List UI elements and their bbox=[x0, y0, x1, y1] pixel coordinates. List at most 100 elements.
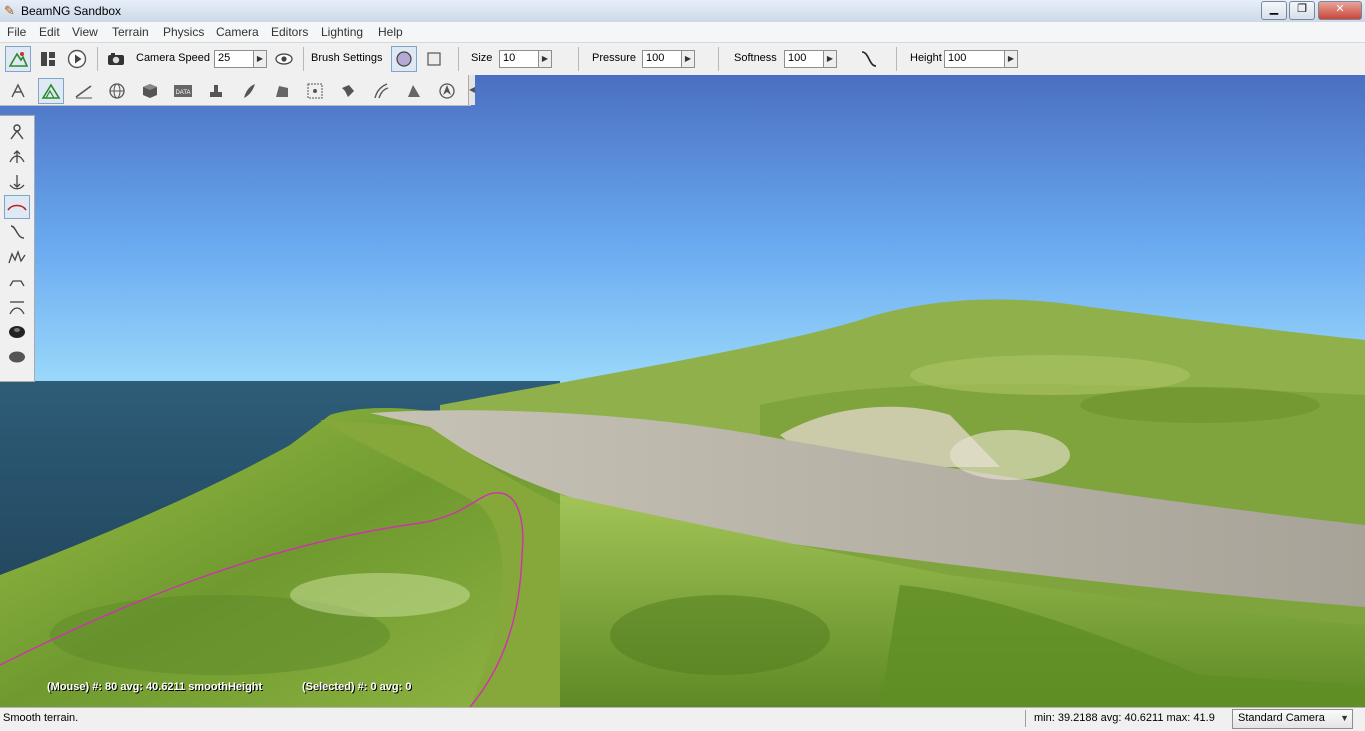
noise-terrain-button[interactable] bbox=[4, 245, 30, 269]
smooth-terrain-button[interactable] bbox=[4, 195, 30, 219]
close-button[interactable]: ✕ bbox=[1318, 1, 1362, 20]
status-bar: Smooth terrain. min: 39.2188 avg: 40.621… bbox=[0, 707, 1365, 731]
svg-text:DATA: DATA bbox=[175, 90, 190, 96]
3d-viewport[interactable]: beamNG bbox=[0, 75, 1365, 707]
datablock-editor-button[interactable]: DATA bbox=[170, 78, 196, 104]
smooth-slope-button[interactable] bbox=[4, 220, 30, 244]
terrain-painter-icon bbox=[75, 85, 92, 99]
decal-editor-button[interactable] bbox=[203, 78, 229, 104]
road-decal-button[interactable] bbox=[401, 78, 427, 104]
layout-button[interactable] bbox=[35, 46, 61, 72]
menu-file[interactable]: File bbox=[7, 25, 26, 39]
object-editor-button[interactable] bbox=[5, 78, 31, 104]
terrain-editor-button[interactable] bbox=[38, 78, 64, 104]
softness-field[interactable]: 100 ▶ bbox=[784, 50, 837, 68]
menu-editors[interactable]: Editors bbox=[271, 25, 308, 39]
minimize-button[interactable]: ▁ bbox=[1261, 1, 1287, 20]
restore-button[interactable]: ❐ bbox=[1289, 1, 1315, 20]
pressure-label: Pressure bbox=[592, 52, 637, 64]
chevron-right-icon[interactable]: ▶ bbox=[1004, 51, 1017, 67]
camera-select[interactable]: Standard Camera ▼ bbox=[1232, 709, 1353, 729]
terrain-painter-button[interactable] bbox=[71, 78, 97, 104]
editor-toolbar: DATA ◀ bbox=[0, 75, 475, 106]
toolbar-separator bbox=[896, 47, 897, 71]
road-editor-button[interactable] bbox=[368, 78, 394, 104]
grab-terrain-button[interactable] bbox=[4, 120, 30, 144]
terrain-mode-icon bbox=[8, 52, 28, 67]
nav-editor-icon bbox=[439, 83, 455, 99]
forest-editor-button[interactable] bbox=[236, 78, 262, 104]
camera-select-value: Standard Camera bbox=[1238, 712, 1325, 724]
chevron-right-icon[interactable]: ▶ bbox=[681, 51, 694, 67]
convex-editor-icon bbox=[307, 83, 323, 99]
status-message: Smooth terrain. bbox=[3, 712, 79, 724]
decal-editor-icon bbox=[210, 85, 222, 97]
chevron-right-icon[interactable]: ▶ bbox=[253, 51, 266, 67]
smooth-terrain-icon bbox=[7, 204, 27, 211]
forest-editor-icon bbox=[244, 84, 255, 98]
terrain-editor-icon bbox=[41, 83, 61, 99]
menu-camera[interactable]: Camera bbox=[216, 25, 259, 39]
chevron-right-icon[interactable]: ▶ bbox=[538, 51, 551, 67]
world-editor-button[interactable] bbox=[104, 78, 130, 104]
pressure-field[interactable]: 100 ▶ bbox=[642, 50, 695, 68]
set-height-button[interactable] bbox=[4, 295, 30, 319]
shape-editor-button[interactable] bbox=[137, 78, 163, 104]
height-field[interactable]: 100 ▶ bbox=[944, 50, 1018, 68]
visibility-button[interactable] bbox=[271, 46, 297, 72]
shape-editor-icon bbox=[143, 84, 157, 98]
circle-brush-button[interactable] bbox=[391, 46, 417, 72]
toolbar-separator bbox=[303, 47, 304, 71]
flatten-terrain-button[interactable] bbox=[4, 270, 30, 294]
softness-label: Softness bbox=[734, 52, 777, 64]
menu-help[interactable]: Help bbox=[378, 25, 403, 39]
selected-info-text: (Selected) #: 0 avg: 0 bbox=[302, 681, 412, 693]
lower-height-button[interactable] bbox=[4, 170, 30, 194]
camera-speed-field[interactable]: 25 ▶ bbox=[214, 50, 267, 68]
raise-height-button[interactable] bbox=[4, 145, 30, 169]
softness-curve-button[interactable] bbox=[856, 46, 882, 72]
height-label: Height bbox=[910, 52, 942, 64]
convex-editor-button[interactable] bbox=[302, 78, 328, 104]
set-height-icon bbox=[9, 301, 25, 315]
square-brush-button[interactable] bbox=[421, 46, 447, 72]
chevron-right-icon[interactable]: ▶ bbox=[823, 51, 836, 67]
datablock-editor-icon: DATA bbox=[174, 85, 192, 97]
raise-height-icon bbox=[9, 150, 25, 163]
restore-terrain-button[interactable] bbox=[4, 345, 30, 369]
menu-terrain[interactable]: Terrain bbox=[112, 25, 149, 39]
world-editor-icon bbox=[109, 83, 125, 99]
window-title: BeamNG Sandbox bbox=[21, 4, 122, 18]
nav-editor-button[interactable] bbox=[434, 78, 460, 104]
river-editor-icon bbox=[342, 85, 354, 97]
smooth-slope-icon bbox=[10, 225, 25, 239]
terrain-mode-button[interactable] bbox=[5, 46, 31, 72]
toolbar-separator bbox=[97, 47, 98, 71]
layout-icon bbox=[41, 52, 55, 66]
camera-button[interactable] bbox=[103, 46, 129, 72]
play-button[interactable] bbox=[64, 46, 90, 72]
toolbar-separator bbox=[458, 47, 459, 71]
menu-physics[interactable]: Physics bbox=[163, 25, 204, 39]
noise-terrain-icon bbox=[8, 250, 26, 264]
road-editor-icon bbox=[374, 83, 389, 99]
square-brush-icon bbox=[427, 52, 441, 66]
mesh-road-button[interactable] bbox=[269, 78, 295, 104]
lower-height-icon bbox=[9, 175, 25, 190]
curve-icon bbox=[861, 51, 877, 67]
menu-view[interactable]: View bbox=[72, 25, 98, 39]
main-toolbar: Camera Speed 25 ▶ Brush Settings Size 10… bbox=[0, 42, 1365, 76]
clear-terrain-button[interactable] bbox=[4, 320, 30, 344]
restore-terrain-icon bbox=[9, 351, 25, 363]
size-field[interactable]: 10 ▶ bbox=[499, 50, 552, 68]
chevron-down-icon: ▼ bbox=[1340, 713, 1349, 723]
toolbar-handle[interactable]: ◀ bbox=[468, 75, 475, 105]
terrain-scene[interactable] bbox=[0, 75, 1365, 707]
menu-edit[interactable]: Edit bbox=[39, 25, 60, 39]
river-editor-button[interactable] bbox=[335, 78, 361, 104]
grab-terrain-icon bbox=[10, 124, 24, 140]
menu-lighting[interactable]: Lighting bbox=[321, 25, 363, 39]
toolbar-separator bbox=[718, 47, 719, 71]
flatten-terrain-icon bbox=[9, 280, 25, 287]
mesh-road-icon bbox=[276, 86, 288, 97]
